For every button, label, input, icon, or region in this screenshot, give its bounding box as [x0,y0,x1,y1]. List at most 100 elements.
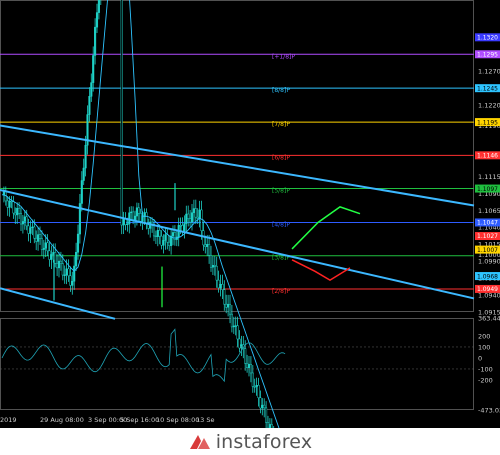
candle-body [209,255,213,268]
candle-body [135,207,138,217]
candle-body [14,212,17,216]
candle-body [59,260,62,264]
candle-body [259,397,262,409]
cci-axis: 363.4430 200 100 0 -100 -200 -473.0300 [478,315,500,415]
price-box-label: 1.0949 [477,286,498,293]
candle-body [71,280,74,286]
candle-body [158,230,161,237]
candle-body [16,207,19,216]
candle-body [192,208,195,213]
murrey-level-label: [5/8]P [272,188,290,195]
candle-body [42,247,45,250]
candle-body [8,200,11,208]
moving-average-line [1,0,280,428]
candle-body [221,283,224,290]
candle-body [33,226,36,239]
candle-body [228,303,232,315]
trend-line [0,124,475,207]
candle-body [215,265,218,281]
price-tick-label: 1.1065 [478,207,500,215]
time-tick-label: 2019 [0,416,17,424]
candle-body [189,218,192,223]
cci-tick-label: -100 [478,365,493,373]
candle-body [75,251,78,267]
candle-body [10,200,13,203]
candle-body [208,244,211,256]
candle-body [154,235,157,237]
candle-body [232,325,235,328]
candle-body [90,82,93,97]
price-candles [2,0,275,428]
candle-body [251,372,254,387]
candle-body [31,226,34,228]
candle-body [143,212,146,216]
candle-body [21,221,24,225]
price-box-label: 1.1146 [477,153,498,160]
candle-body [225,303,228,308]
candle-body [25,216,28,227]
candle-body [230,313,233,328]
candle-body [94,26,97,56]
candle-body [246,363,249,368]
candle-body [23,216,26,222]
candle-body [190,212,194,223]
price-tick-label: 1.1220 [478,102,500,110]
murrey-level-label: [6/8]P [272,154,290,161]
trend-line [0,287,116,320]
candle-body [46,242,49,252]
instaforex-logo: instaforex [188,431,313,453]
candle-body [69,275,72,286]
time-tick-label: 29 Aug 08:00 [40,416,84,424]
price-box-label: 1.1027 [477,233,498,240]
murrey-level-label: [+1/8]P [272,53,295,60]
watermark-text: instaforex [215,430,313,453]
candle-body [206,244,209,247]
candle-body [18,207,21,214]
candle-body [44,242,47,249]
candle-body [130,211,133,214]
candle-body [56,263,59,269]
candle-body [145,212,148,224]
cci-tick-label: 100 [478,343,490,351]
candle-body [211,265,214,268]
candle-body [122,218,125,226]
cci-tick-label: 0 [478,354,482,362]
candle-body [61,263,64,276]
candle-body [223,289,226,305]
candle-body [19,213,23,225]
candle-body [88,96,91,115]
candle-body [227,303,230,308]
candle-body [261,404,264,409]
candle-body [263,404,266,409]
candle-body [48,250,51,260]
price-box-label: 1.1320 [477,35,498,42]
candle-body [6,200,9,208]
candle-body [255,385,258,387]
candle-body [253,386,256,388]
candle-body [166,234,169,243]
price-box-label: 1.1097 [477,186,498,193]
candle-body [202,230,205,246]
candle-body [238,338,241,349]
candle-body [183,223,186,232]
candle-body [171,232,175,237]
cci-tick-label: 363.4430 [478,315,500,323]
candle-body [181,225,184,232]
murrey-level-label: [2/8]P [272,288,290,295]
murrey-levels: [+1/8]P[8/8]P[7/8]P[6/8]P[5/8]P[4/8]P[3/… [0,53,474,295]
candle-body [204,244,207,247]
candle-body [40,238,43,250]
candle-body [168,241,171,247]
candle-body [84,144,87,169]
candle-body [196,216,199,219]
candle-body [156,230,159,237]
price-tick-label: 1.1270 [478,68,500,76]
price-box-label: 1.1047 [477,220,498,227]
murrey-level-label: [8/8]P [272,87,290,94]
price-box-label: 1.1007 [477,247,498,254]
bullish-scenario-arrow [291,206,361,250]
candle-body [120,0,123,226]
candle-body [173,232,176,240]
candle-body [52,252,55,255]
candle-body [265,407,268,423]
